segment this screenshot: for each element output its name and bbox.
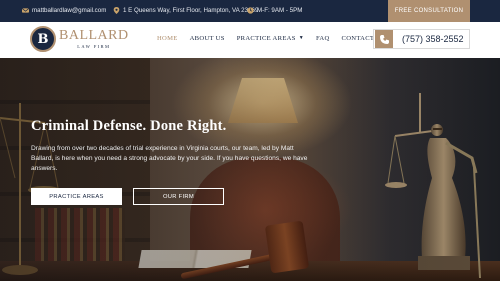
chevron-down-icon: ▼ bbox=[298, 36, 304, 41]
email-text: mattballardlaw@gmail.com bbox=[32, 7, 107, 14]
top-bar: mattballardlaw@gmail.com 1 E Queens Way,… bbox=[0, 0, 500, 22]
logo-mark: B bbox=[30, 26, 56, 52]
phone-number: (757) 358-2552 bbox=[402, 34, 464, 44]
nav-contact[interactable]: CONTACT bbox=[342, 35, 375, 42]
main-nav: HOME ABOUT US PRACTICE AREAS ▼ FAQ CONTAC… bbox=[157, 35, 386, 42]
clock-icon bbox=[247, 7, 254, 14]
nav-practice-areas[interactable]: PRACTICE AREAS ▼ bbox=[237, 35, 304, 42]
nav-home[interactable]: HOME bbox=[157, 35, 178, 42]
hours-text: M-F: 9AM - 5PM bbox=[257, 7, 303, 14]
logo-subtitle: LAW FIRM bbox=[77, 43, 111, 49]
email-link[interactable]: mattballardlaw@gmail.com bbox=[22, 7, 106, 14]
hero-description: Drawing from over two decades of trial e… bbox=[31, 145, 308, 173]
address-text: 1 E Queens Way, First Floor, Hampton, VA… bbox=[123, 7, 259, 14]
practice-areas-button[interactable]: PRACTICE AREAS bbox=[31, 188, 122, 205]
free-consultation-button[interactable]: FREE CONSULTATION bbox=[388, 0, 470, 22]
logo[interactable]: B BALLARD LAW FIRM bbox=[30, 26, 129, 52]
hero-title: Criminal Defense. Done Right. bbox=[31, 118, 227, 134]
hero-section: Criminal Defense. Done Right. Drawing fr… bbox=[0, 58, 500, 281]
address-link[interactable]: 1 E Queens Way, First Floor, Hampton, VA… bbox=[113, 7, 258, 14]
phone-icon bbox=[375, 30, 393, 48]
location-icon bbox=[113, 7, 120, 14]
logo-name: BALLARD bbox=[59, 27, 129, 43]
nav-faq[interactable]: FAQ bbox=[316, 35, 330, 42]
hours-info: M-F: 9AM - 5PM bbox=[247, 7, 302, 14]
phone-button[interactable]: (757) 358-2552 bbox=[373, 29, 470, 49]
nav-about-us[interactable]: ABOUT US bbox=[190, 35, 225, 42]
site-header: B BALLARD LAW FIRM HOME ABOUT US PRACTIC… bbox=[0, 22, 500, 58]
our-firm-button[interactable]: OUR FIRM bbox=[133, 188, 224, 205]
email-icon bbox=[22, 8, 29, 13]
